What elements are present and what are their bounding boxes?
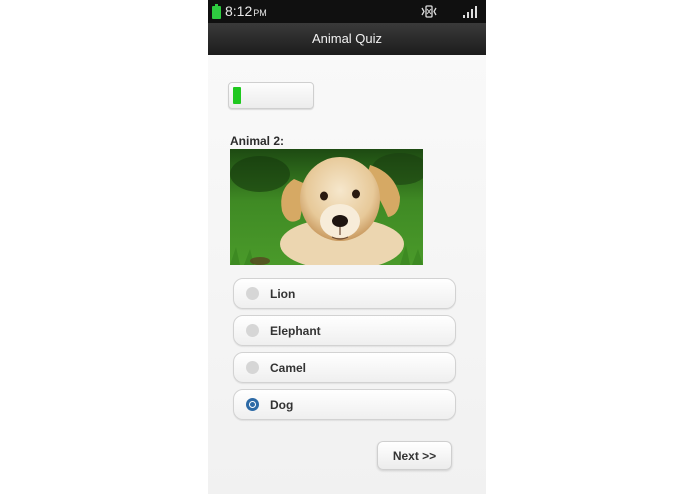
title-bar: Animal Quiz (208, 23, 486, 55)
quiz-progress-bar (228, 82, 314, 109)
answer-option-label: Dog (270, 398, 294, 412)
answer-option-label: Elephant (270, 324, 321, 338)
battery-icon (212, 4, 221, 19)
app-title: Animal Quiz (311, 31, 383, 46)
status-time-value: 8:12 (225, 3, 253, 19)
radio-button-unchecked[interactable] (246, 287, 259, 300)
radio-button-unchecked[interactable] (246, 361, 259, 374)
phone-screen: 8:12PM Animal Quiz Animal 2: Lion Elepha… (208, 0, 486, 494)
answer-option-camel[interactable]: Camel (233, 352, 456, 383)
status-bar: 8:12PM (208, 0, 486, 23)
animal-photo-dog (230, 149, 423, 265)
answer-option-dog[interactable]: Dog (233, 389, 456, 420)
vibrate-icon (421, 5, 437, 18)
answer-option-lion[interactable]: Lion (233, 278, 456, 309)
quiz-progress-fill (233, 87, 241, 104)
answer-option-elephant[interactable]: Elephant (233, 315, 456, 346)
answer-option-label: Camel (270, 361, 307, 375)
question-label: Animal 2: (230, 134, 285, 148)
radio-button-checked[interactable] (246, 398, 259, 411)
status-time: 8:12PM (225, 3, 267, 19)
next-button[interactable]: Next >> (377, 441, 452, 470)
status-time-ampm: PM (253, 8, 267, 18)
answer-option-label: Lion (270, 287, 296, 301)
signal-strength-icon (463, 6, 477, 18)
radio-button-unchecked[interactable] (246, 324, 259, 337)
